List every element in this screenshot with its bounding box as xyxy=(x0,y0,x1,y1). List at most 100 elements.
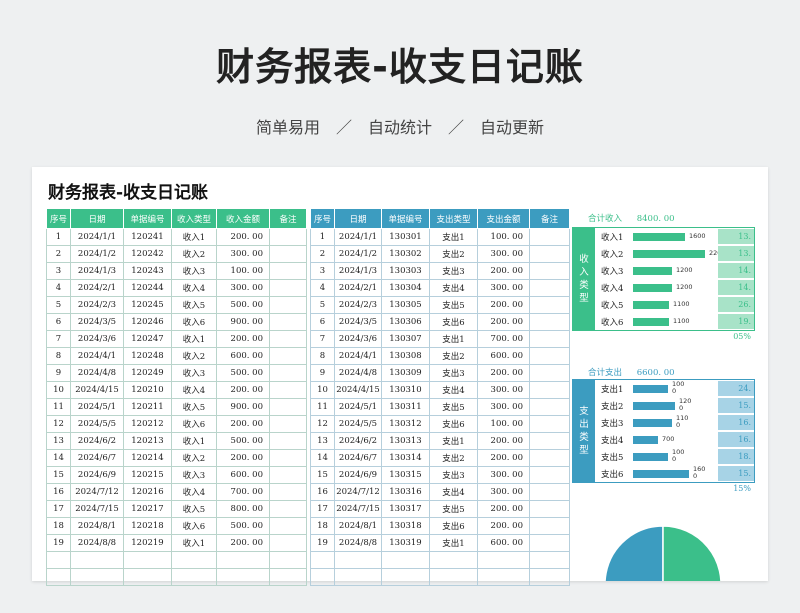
expense-table-cell[interactable] xyxy=(529,398,570,416)
income-table-cell[interactable]: 2024/1/1 xyxy=(70,228,124,246)
expense-table-cell[interactable] xyxy=(529,364,570,382)
expense-table-cell[interactable]: 支出1 xyxy=(429,534,478,552)
expense-table-cell[interactable]: 2024/3/6 xyxy=(334,330,382,348)
income-table-cell[interactable] xyxy=(269,313,307,331)
expense-table-cell[interactable]: 300. 00 xyxy=(477,398,530,416)
income-table-cell[interactable] xyxy=(46,568,71,586)
income-table-cell[interactable]: 2024/3/6 xyxy=(70,330,124,348)
income-table-cell[interactable]: 300. 00 xyxy=(216,279,270,297)
expense-table-cell[interactable] xyxy=(334,568,382,586)
income-table-cell[interactable]: 13 xyxy=(46,432,71,450)
expense-table-cell[interactable]: 支出6 xyxy=(429,415,478,433)
income-table-cell[interactable]: 收入3 xyxy=(171,466,217,484)
expense-table-cell[interactable]: 130303 xyxy=(381,262,430,280)
income-table-cell[interactable]: 200. 00 xyxy=(216,228,270,246)
expense-table-cell[interactable] xyxy=(477,551,530,569)
income-table-cell[interactable]: 2024/2/1 xyxy=(70,279,124,297)
expense-table-cell[interactable]: 12 xyxy=(310,415,335,433)
income-table-cell[interactable]: 收入3 xyxy=(171,364,217,382)
expense-table-cell[interactable] xyxy=(477,568,530,586)
income-table-cell[interactable]: 6 xyxy=(46,313,71,331)
income-table-cell[interactable]: 4 xyxy=(46,279,71,297)
income-table-cell[interactable]: 120210 xyxy=(123,381,172,399)
expense-table-cell[interactable]: 2024/2/3 xyxy=(334,296,382,314)
income-table-cell[interactable] xyxy=(70,568,124,586)
expense-table-cell[interactable]: 2 xyxy=(310,245,335,263)
expense-table-cell[interactable]: 130306 xyxy=(381,313,430,331)
income-table-cell[interactable]: 200. 00 xyxy=(216,330,270,348)
expense-table-cell[interactable]: 200. 00 xyxy=(477,432,530,450)
income-table-cell[interactable]: 收入5 xyxy=(171,296,217,314)
income-table-cell[interactable] xyxy=(269,330,307,348)
expense-table-cell[interactable]: 16 xyxy=(310,483,335,501)
income-table-cell[interactable]: 收入5 xyxy=(171,398,217,416)
expense-table-cell[interactable]: 支出3 xyxy=(429,262,478,280)
expense-table-cell[interactable]: 200. 00 xyxy=(477,364,530,382)
income-table-cell[interactable] xyxy=(46,551,71,569)
income-table-cell[interactable]: 2024/3/5 xyxy=(70,313,124,331)
expense-table-cell[interactable]: 支出3 xyxy=(429,364,478,382)
income-table-cell[interactable] xyxy=(269,364,307,382)
income-table-cell[interactable] xyxy=(269,245,307,263)
expense-table-cell[interactable]: 2024/8/1 xyxy=(334,517,382,535)
income-table-cell[interactable]: 收入4 xyxy=(171,279,217,297)
expense-table-cell[interactable]: 2024/6/7 xyxy=(334,449,382,467)
expense-table-cell[interactable]: 2024/1/2 xyxy=(334,245,382,263)
income-table-cell[interactable]: 120211 xyxy=(123,398,172,416)
expense-table-cell[interactable]: 2024/6/9 xyxy=(334,466,382,484)
income-table-cell[interactable]: 500. 00 xyxy=(216,364,270,382)
income-table-cell[interactable]: 1 xyxy=(46,228,71,246)
expense-table-cell[interactable]: 支出5 xyxy=(429,500,478,518)
income-table-cell[interactable]: 18 xyxy=(46,517,71,535)
expense-table-cell[interactable]: 100. 00 xyxy=(477,415,530,433)
expense-table-cell[interactable]: 支出2 xyxy=(429,347,478,365)
income-table-cell[interactable]: 100. 00 xyxy=(216,262,270,280)
expense-table-cell[interactable]: 300. 00 xyxy=(477,483,530,501)
expense-table-cell[interactable]: 2024/8/8 xyxy=(334,534,382,552)
expense-table-cell[interactable]: 8 xyxy=(310,347,335,365)
expense-table-cell[interactable]: 130318 xyxy=(381,517,430,535)
expense-table-cell[interactable] xyxy=(381,551,430,569)
expense-table-cell[interactable]: 1 xyxy=(310,228,335,246)
income-table-cell[interactable]: 200. 00 xyxy=(216,449,270,467)
expense-table-cell[interactable]: 支出6 xyxy=(429,313,478,331)
income-table-cell[interactable]: 收入6 xyxy=(171,415,217,433)
expense-table-cell[interactable]: 130314 xyxy=(381,449,430,467)
expense-table-cell[interactable]: 130310 xyxy=(381,381,430,399)
income-table-cell[interactable]: 300. 00 xyxy=(216,245,270,263)
expense-table-cell[interactable]: 4 xyxy=(310,279,335,297)
expense-table-cell[interactable] xyxy=(529,551,570,569)
income-table-cell[interactable]: 收入6 xyxy=(171,313,217,331)
income-table-cell[interactable]: 收入1 xyxy=(171,330,217,348)
expense-table-cell[interactable]: 10 xyxy=(310,381,335,399)
expense-table-cell[interactable]: 2024/1/3 xyxy=(334,262,382,280)
income-table-cell[interactable]: 120212 xyxy=(123,415,172,433)
income-table-cell[interactable] xyxy=(269,398,307,416)
income-table-cell[interactable] xyxy=(269,517,307,535)
expense-table-cell[interactable]: 支出4 xyxy=(429,381,478,399)
income-table-cell[interactable] xyxy=(269,568,307,586)
income-table-cell[interactable] xyxy=(123,568,172,586)
expense-table-cell[interactable]: 130313 xyxy=(381,432,430,450)
expense-table-cell[interactable]: 300. 00 xyxy=(477,279,530,297)
expense-table-cell[interactable] xyxy=(529,568,570,586)
expense-table-cell[interactable]: 14 xyxy=(310,449,335,467)
income-table-cell[interactable]: 2024/4/1 xyxy=(70,347,124,365)
income-table-cell[interactable]: 2024/5/5 xyxy=(70,415,124,433)
expense-table-cell[interactable] xyxy=(529,517,570,535)
income-table-cell[interactable]: 120248 xyxy=(123,347,172,365)
expense-table-cell[interactable]: 11 xyxy=(310,398,335,416)
expense-table-cell[interactable]: 2024/4/15 xyxy=(334,381,382,399)
expense-table-cell[interactable]: 600. 00 xyxy=(477,534,530,552)
expense-table-cell[interactable]: 13 xyxy=(310,432,335,450)
income-table-cell[interactable]: 10 xyxy=(46,381,71,399)
expense-table-cell[interactable]: 支出6 xyxy=(429,517,478,535)
income-table-cell[interactable] xyxy=(171,568,217,586)
expense-table-cell[interactable]: 支出1 xyxy=(429,228,478,246)
expense-table-cell[interactable]: 200. 00 xyxy=(477,517,530,535)
expense-table-cell[interactable] xyxy=(529,313,570,331)
expense-table-cell[interactable] xyxy=(529,296,570,314)
expense-table-cell[interactable] xyxy=(429,551,478,569)
expense-table-cell[interactable]: 200. 00 xyxy=(477,313,530,331)
income-table-cell[interactable] xyxy=(216,551,270,569)
